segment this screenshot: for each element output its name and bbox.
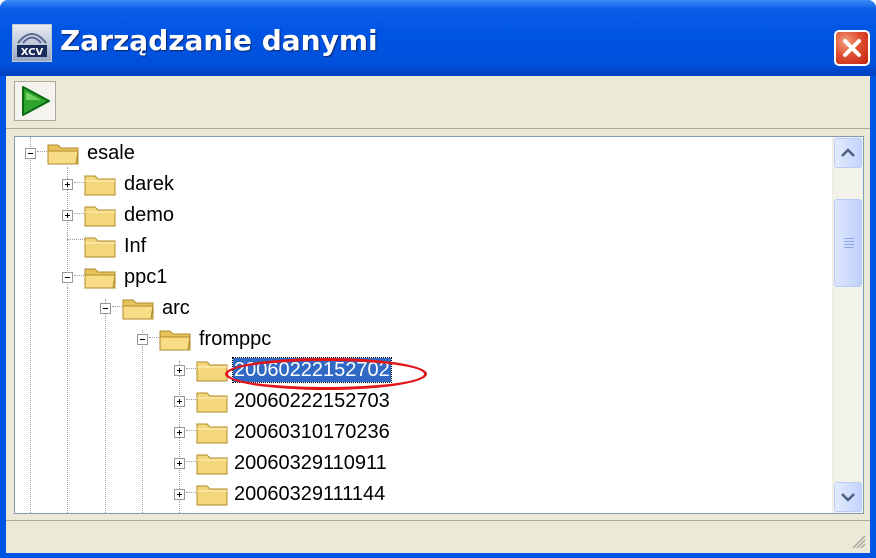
expand-icon[interactable] bbox=[174, 489, 185, 500]
tree-node-label: arc bbox=[162, 297, 190, 319]
grip-line bbox=[844, 238, 854, 239]
expand-icon[interactable] bbox=[62, 179, 73, 190]
scroll-up-button[interactable] bbox=[834, 138, 862, 168]
tree-node-20060329110911[interactable]: 20060329110911 bbox=[15, 449, 465, 480]
toolbar bbox=[6, 76, 870, 129]
folder-icon bbox=[196, 454, 228, 475]
tree-node-label: Inf bbox=[124, 235, 147, 257]
tree-node-fromppc[interactable]: fromppc bbox=[15, 325, 415, 356]
expand-icon[interactable] bbox=[174, 427, 185, 438]
tree-node-label: fromppc bbox=[199, 328, 272, 350]
tree-line bbox=[74, 182, 84, 183]
tree-node-label: 20060222152703 bbox=[234, 390, 390, 412]
scroll-down-button[interactable] bbox=[834, 482, 862, 512]
collapse-icon[interactable] bbox=[100, 303, 111, 314]
tree-node-label: darek bbox=[124, 173, 175, 195]
tree-line bbox=[186, 430, 196, 431]
chevron-down-icon bbox=[841, 493, 855, 502]
tree-line bbox=[74, 275, 84, 276]
expand-icon[interactable] bbox=[174, 396, 185, 407]
folder-open-icon bbox=[159, 330, 191, 351]
tree-line bbox=[186, 399, 196, 400]
vertical-scrollbar[interactable] bbox=[832, 137, 863, 513]
tree-node-20060222152702[interactable]: 20060222152702 bbox=[15, 356, 465, 387]
chevron-up-icon bbox=[841, 148, 855, 157]
tree-line bbox=[74, 213, 84, 214]
close-button[interactable] bbox=[834, 30, 870, 66]
folder-icon bbox=[84, 237, 116, 258]
folder-icon bbox=[196, 423, 228, 444]
window-title: Zarządzanie danymi bbox=[60, 24, 378, 57]
collapse-icon[interactable] bbox=[137, 334, 148, 345]
status-bar bbox=[6, 520, 870, 553]
play-icon bbox=[22, 86, 50, 116]
collapse-icon[interactable] bbox=[62, 272, 73, 283]
folder-icon bbox=[196, 361, 228, 382]
grip-line bbox=[844, 241, 854, 242]
tree-line bbox=[186, 492, 196, 493]
grip-line bbox=[844, 244, 854, 245]
tree-node-label: 20060329111144 bbox=[234, 483, 386, 505]
resize-grip-icon[interactable] bbox=[850, 533, 866, 549]
svg-text:XCV: XCV bbox=[21, 47, 44, 58]
folder-open-icon bbox=[47, 144, 79, 165]
tree-node-20060310170236[interactable]: 20060310170236 bbox=[15, 418, 465, 449]
tree-node-ppc1[interactable]: ppc1 bbox=[15, 263, 415, 294]
tree-line bbox=[112, 306, 122, 307]
folder-icon bbox=[84, 206, 116, 227]
expand-icon[interactable] bbox=[174, 365, 185, 376]
folder-icon bbox=[196, 392, 228, 413]
tree-node-label: 20060329110911 bbox=[234, 452, 387, 474]
tree-node-inf[interactable]: Inf bbox=[15, 232, 415, 263]
tree-node-label: demo bbox=[124, 204, 175, 226]
tree-node-20060222152703[interactable]: 20060222152703 bbox=[15, 387, 465, 418]
selected-node-label: 20060222152702 bbox=[232, 357, 392, 383]
tree-node-label: esale bbox=[87, 142, 135, 164]
app-window: XCV Zarządzanie danymi esale darek demo … bbox=[0, 0, 876, 558]
scroll-thumb[interactable] bbox=[834, 199, 862, 287]
folder-open-icon bbox=[122, 299, 154, 320]
tree-line bbox=[149, 337, 159, 338]
tree-node-esale[interactable]: esale bbox=[15, 139, 415, 170]
tree-node-arc[interactable]: arc bbox=[15, 294, 415, 325]
tree-line bbox=[37, 151, 47, 152]
run-button[interactable] bbox=[14, 81, 56, 121]
tree-node-label: ppc1 bbox=[124, 266, 168, 288]
tree-line bbox=[186, 461, 196, 462]
grip-line bbox=[844, 247, 854, 248]
expand-icon[interactable] bbox=[174, 458, 185, 469]
folder-open-icon bbox=[84, 268, 116, 289]
title-bar[interactable]: XCV Zarządzanie danymi bbox=[0, 0, 876, 76]
expand-icon[interactable] bbox=[62, 210, 73, 221]
tree-node-label: 20060310170236 bbox=[234, 421, 390, 443]
folder-icon bbox=[84, 175, 116, 196]
tree-node-demo[interactable]: demo bbox=[15, 201, 415, 232]
tree-line bbox=[186, 368, 196, 369]
app-icon[interactable]: XCV bbox=[12, 24, 52, 62]
folder-icon bbox=[196, 485, 228, 506]
collapse-icon[interactable] bbox=[25, 148, 36, 159]
client-area: esale darek demo Inf ppc1 arc fromppc 20… bbox=[6, 76, 870, 553]
folder-tree[interactable]: esale darek demo Inf ppc1 arc fromppc 20… bbox=[14, 136, 864, 514]
close-icon bbox=[843, 39, 861, 57]
tree-content: esale darek demo Inf ppc1 arc fromppc 20… bbox=[15, 137, 833, 513]
tree-node-darek[interactable]: darek bbox=[15, 170, 415, 201]
tree-node-20060329111144[interactable]: 20060329111144 bbox=[15, 480, 465, 511]
